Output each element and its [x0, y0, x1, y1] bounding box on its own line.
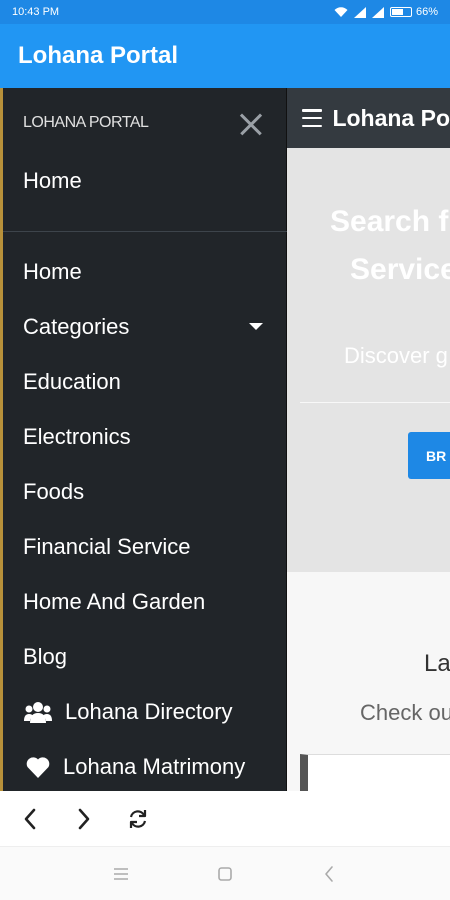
menu-item-financial-service[interactable]: Financial Service	[3, 519, 287, 574]
hero-title-line: Search f	[330, 205, 449, 238]
section-title: La	[424, 650, 450, 677]
refresh-icon[interactable]	[122, 803, 154, 835]
hamburger-menu-icon[interactable]	[302, 109, 323, 127]
hero-section: Search f Service Discover g BR	[286, 148, 450, 572]
users-icon	[23, 699, 53, 725]
menu-item-label: Categories	[23, 313, 130, 339]
battery-percent: 66%	[415, 6, 438, 18]
menu-item-label: Foods	[23, 478, 85, 504]
menu-item-home-and-garden[interactable]: Home And Garden	[3, 574, 287, 629]
drawer-menu: Home Categories Education Electronics Fo…	[3, 244, 287, 791]
battery-indicator: 66%	[389, 6, 438, 18]
home-icon[interactable]	[205, 854, 245, 894]
status-time: 10:43 PM	[12, 6, 60, 18]
menu-item-home[interactable]: Home	[3, 244, 287, 299]
page-brand[interactable]: Lohana Po	[332, 105, 450, 132]
signal-icon	[371, 6, 384, 18]
menu-item-blog[interactable]: Blog	[3, 629, 287, 684]
status-icons: 66%	[334, 6, 438, 18]
drawer-home-link[interactable]: Home	[23, 168, 82, 194]
latest-section: La Check ou	[286, 572, 450, 791]
app-title: Lohana Portal	[18, 42, 179, 69]
hero-title-line: Service	[350, 253, 450, 286]
menu-item-label: Lohana Directory	[65, 698, 233, 724]
hero-subtitle: Discover g	[344, 343, 448, 368]
battery-icon	[389, 7, 412, 17]
browser-toolbar	[0, 791, 450, 847]
menu-item-label: Lohana Matrimony	[63, 753, 246, 779]
menu-item-label: Blog	[23, 643, 68, 669]
battery-level-fill	[391, 9, 403, 15]
menu-item-lohana-directory[interactable]: Lohana Directory	[3, 684, 287, 739]
heart-icon	[23, 754, 53, 780]
menu-item-electronics[interactable]: Electronics	[3, 409, 287, 464]
wifi-icon	[334, 6, 348, 17]
forward-icon[interactable]	[68, 803, 100, 835]
hero-title: Search f Service	[330, 198, 450, 294]
back-icon[interactable]	[14, 803, 46, 835]
system-nav-bar	[0, 847, 450, 900]
menu-item-foods[interactable]: Foods	[3, 464, 287, 519]
back-icon[interactable]	[309, 854, 349, 894]
browse-button[interactable]: BR	[408, 432, 450, 479]
hero-divider	[300, 402, 450, 403]
browse-button-label: BR	[426, 447, 447, 464]
menu-item-label: Financial Service	[23, 533, 191, 559]
signal-icon	[353, 6, 366, 18]
section-subtitle: Check ou	[360, 700, 450, 725]
page-navbar: Lohana Po	[286, 88, 450, 148]
app-bar: Lohana Portal	[0, 24, 450, 88]
drawer-divider	[3, 231, 287, 232]
menu-icon[interactable]	[101, 854, 141, 894]
status-bar: 10:43 PM 66%	[0, 0, 450, 24]
menu-item-label: Home And Garden	[23, 588, 206, 614]
menu-item-education[interactable]: Education	[3, 354, 287, 409]
menu-item-lohana-matrimony[interactable]: Lohana Matrimony	[3, 739, 287, 791]
menu-item-categories[interactable]: Categories	[3, 299, 287, 354]
drawer-brand: LOHANA PORTAL	[23, 114, 149, 131]
caret-down-icon[interactable]	[249, 323, 263, 330]
listing-card[interactable]	[300, 754, 450, 791]
menu-item-label: Home	[23, 258, 82, 284]
webview[interactable]: Lohana Po Search f Service Discover g BR…	[0, 88, 450, 791]
menu-item-label: Education	[23, 368, 121, 394]
nav-drawer: LOHANA PORTAL Home Home Categories Educa…	[0, 88, 287, 791]
close-icon[interactable]	[235, 108, 267, 140]
menu-item-label: Electronics	[23, 423, 131, 449]
